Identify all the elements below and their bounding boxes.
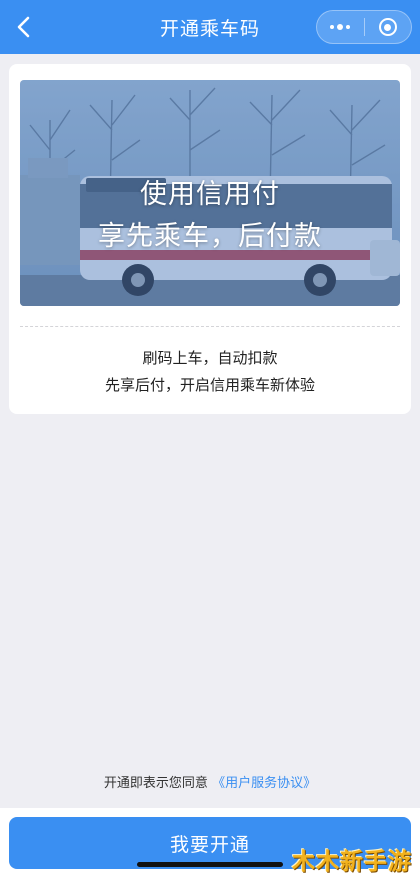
description-line-2: 先享后付，开启信用乘车新体验 bbox=[104, 376, 315, 394]
close-miniprogram-button[interactable] bbox=[365, 11, 412, 43]
navigation-bar: 开通乘车码 bbox=[0, 0, 420, 54]
chevron-left-icon bbox=[17, 16, 30, 38]
activate-button-label: 我要开通 bbox=[169, 833, 250, 856]
promo-banner: 使用信用付 享先乘车，后付款 bbox=[20, 80, 400, 306]
agreement-prefix: 开通即表示您同意 bbox=[103, 776, 208, 791]
dashed-divider bbox=[20, 326, 400, 327]
user-agreement-link[interactable]: 《用户服务协议》 bbox=[212, 776, 316, 791]
home-indicator bbox=[137, 862, 283, 867]
intro-card: 使用信用付 享先乘车，后付款 刷码上车，自动扣款 先享后付，开启信用乘车新体验 bbox=[9, 64, 411, 414]
more-dots-icon bbox=[330, 24, 351, 30]
banner-subheadline: 享先乘车，后付款 bbox=[98, 221, 322, 252]
banner-headline: 使用信用付 bbox=[140, 179, 280, 210]
more-button[interactable] bbox=[317, 11, 364, 43]
page-title: 开通乘车码 bbox=[159, 17, 260, 40]
target-circle-icon bbox=[378, 18, 397, 36]
agreement-notice: 开通即表示您同意 《用户服务协议》 bbox=[0, 772, 420, 791]
site-watermark: 木木新手游 bbox=[292, 849, 412, 874]
back-button[interactable] bbox=[6, 9, 42, 45]
description-line-1: 刷码上车，自动扣款 bbox=[142, 349, 278, 367]
mini-program-capsule bbox=[316, 10, 412, 44]
